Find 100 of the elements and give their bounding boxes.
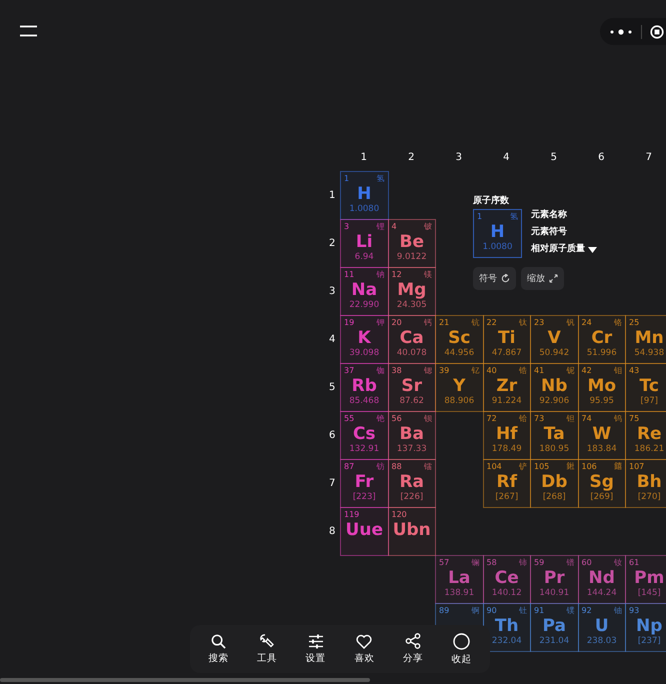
element-tile[interactable]: 58 铈 Ce 140.12 [482, 555, 531, 604]
atomic-mass: 87.62 [400, 396, 424, 407]
atomic-number: 21 [439, 317, 450, 328]
close-icon[interactable] [650, 24, 664, 38]
element-tile[interactable]: 74 钨 W 183.84 [578, 411, 626, 460]
atomic-number: 56 [392, 413, 402, 424]
mass-dropdown[interactable]: 相对原子质量 [531, 243, 597, 256]
element-name: 铬 [614, 317, 622, 328]
element-tile[interactable]: 87 钫 Fr [223] [340, 459, 388, 508]
element-tile[interactable]: 21 钪 Sc 44.956 [435, 315, 484, 364]
element-tile[interactable]: 92 铀 U 238.03 [578, 603, 626, 652]
atomic-mass: [145] [638, 588, 661, 599]
more-icon[interactable] [609, 28, 633, 36]
element-tile[interactable]: 57 镧 La 138.91 [435, 555, 484, 604]
element-tile[interactable]: 104 铲 Rf [267] [482, 459, 531, 508]
group-number: 5 [550, 152, 558, 163]
element-symbol: Hf [496, 424, 518, 444]
element-tile[interactable]: 39 钇 Y 88.906 [435, 363, 484, 412]
atomic-mass: 85.468 [349, 396, 380, 407]
share-icon [404, 633, 421, 649]
element-name: 铯 [376, 413, 384, 424]
element-symbol: Re [636, 424, 662, 444]
element-symbol: Nb [541, 376, 568, 396]
element-name: 铪 [519, 413, 527, 424]
atomic-mass: 24.305 [396, 300, 427, 311]
element-tile[interactable]: 107 Bh [270] [625, 459, 666, 508]
group-number: 3 [454, 152, 463, 163]
element-tile[interactable]: 56 钡 Ba 137.33 [388, 411, 436, 460]
element-tile[interactable]: 88 镭 Ra [226] [388, 459, 436, 508]
scrollbar-thumb[interactable] [0, 678, 370, 682]
element-tile[interactable]: 23 钒 V 50.942 [530, 315, 578, 364]
element-tile[interactable]: 119 Uue [340, 507, 388, 556]
element-name: 钕 [614, 557, 622, 568]
element-tile[interactable]: 43 Tc [97] [625, 363, 666, 412]
atomic-mass: 186.21 [634, 444, 664, 455]
atomic-mass: 54.938 [634, 348, 664, 359]
element-symbol: Db [541, 472, 568, 492]
atomic-mass: 92.906 [539, 396, 570, 407]
heart-button[interactable]: 喜欢 [342, 634, 386, 664]
atomic-number: 22 [486, 317, 497, 328]
zoom-button[interactable]: 缩放 [521, 267, 564, 290]
element-tile[interactable]: 3 锂 Li 6.94 [340, 219, 388, 268]
element-tile[interactable]: 105 𨧀 Db [268] [530, 459, 578, 508]
element-tile[interactable]: 19 钾 K 39.098 [340, 315, 388, 364]
element-name: 钽 [566, 413, 574, 424]
element-tile[interactable]: 37 铷 Rb 85.468 [340, 363, 388, 412]
element-tile[interactable]: 12 镁 Mg 24.305 [388, 267, 436, 316]
atomic-mass: 138.91 [444, 588, 474, 599]
share-button[interactable]: 分享 [390, 633, 435, 665]
group-number: 6 [597, 152, 606, 163]
atomic-number: 3 [344, 221, 350, 232]
element-tile[interactable]: 73 钽 Ta 180.95 [530, 411, 578, 460]
element-tile[interactable]: 38 锶 Sr 87.62 [388, 363, 436, 412]
element-tile[interactable]: 22 钛 Ti 47.867 [482, 315, 531, 364]
element-symbol: Ta [544, 424, 565, 444]
atomic-mass: 183.84 [586, 444, 617, 455]
element-tile[interactable]: 4 铍 Be 9.0122 [388, 219, 436, 268]
element-tile[interactable]: 106 𨭎 Sg [269] [578, 459, 626, 508]
menu-icon[interactable] [20, 25, 37, 37]
element-tile[interactable]: 1 氢 H 1.0080 [340, 171, 388, 220]
element-tile[interactable]: 60 钕 Nd 144.24 [578, 555, 626, 604]
atomic-number: 106 [582, 461, 597, 472]
element-tile[interactable]: 11 钠 Na 22.990 [340, 267, 388, 316]
element-tile[interactable]: 120 Ubn [388, 507, 436, 556]
atomic-number: 91 [534, 605, 544, 616]
element-tile[interactable]: 75 Re 186.21 [625, 411, 666, 460]
atomic-number: 39 [439, 365, 450, 376]
element-tile[interactable]: 40 锆 Zr 91.224 [482, 363, 531, 412]
atomic-mass: 1.0080 [349, 204, 380, 215]
element-symbol: Pm [634, 568, 664, 588]
atomic-mass: 91.224 [492, 396, 522, 407]
atomic-mass: 180.95 [539, 444, 570, 455]
element-tile[interactable]: 42 钼 Mo 95.95 [578, 363, 626, 412]
element-symbol: Uue [346, 520, 383, 540]
circle-button[interactable]: 收起 [440, 632, 484, 666]
search-button[interactable]: 搜索 [196, 634, 240, 664]
element-tile[interactable]: 93 Np [237] [625, 603, 666, 652]
element-symbol: Ba [400, 424, 424, 444]
atomic-number: 87 [344, 461, 354, 472]
sliders-button[interactable]: 设置 [294, 634, 338, 664]
element-name: 铈 [519, 557, 527, 568]
atomic-number: 107 [629, 461, 644, 472]
element-tile[interactable]: 25 Mn 54.938 [625, 315, 666, 364]
element-symbol: Cr [591, 328, 612, 348]
element-tile[interactable]: 20 钙 Ca 40.078 [388, 315, 436, 364]
element-symbol: H [490, 222, 505, 242]
wrench-button[interactable]: 工具 [244, 633, 289, 665]
element-symbol: Sg [590, 472, 614, 492]
element-tile[interactable]: 24 铬 Cr 51.996 [578, 315, 626, 364]
element-tile[interactable]: 91 镤 Pa 231.04 [530, 603, 578, 652]
element-tile[interactable]: 55 铯 Cs 132.91 [340, 411, 388, 460]
symbol-button[interactable]: 符号 [473, 267, 516, 290]
element-tile[interactable]: 61 Pm [145] [625, 555, 666, 604]
element-tile[interactable]: 90 钍 Th 232.04 [482, 603, 531, 652]
element-tile[interactable]: 41 铌 Nb 92.906 [530, 363, 578, 412]
element-symbol: Th [494, 616, 519, 636]
atomic-number: 74 [582, 413, 592, 424]
element-tile[interactable]: 59 镨 Pr 140.91 [530, 555, 578, 604]
element-symbol: V [548, 328, 561, 348]
element-tile[interactable]: 72 铪 Hf 178.49 [482, 411, 531, 460]
